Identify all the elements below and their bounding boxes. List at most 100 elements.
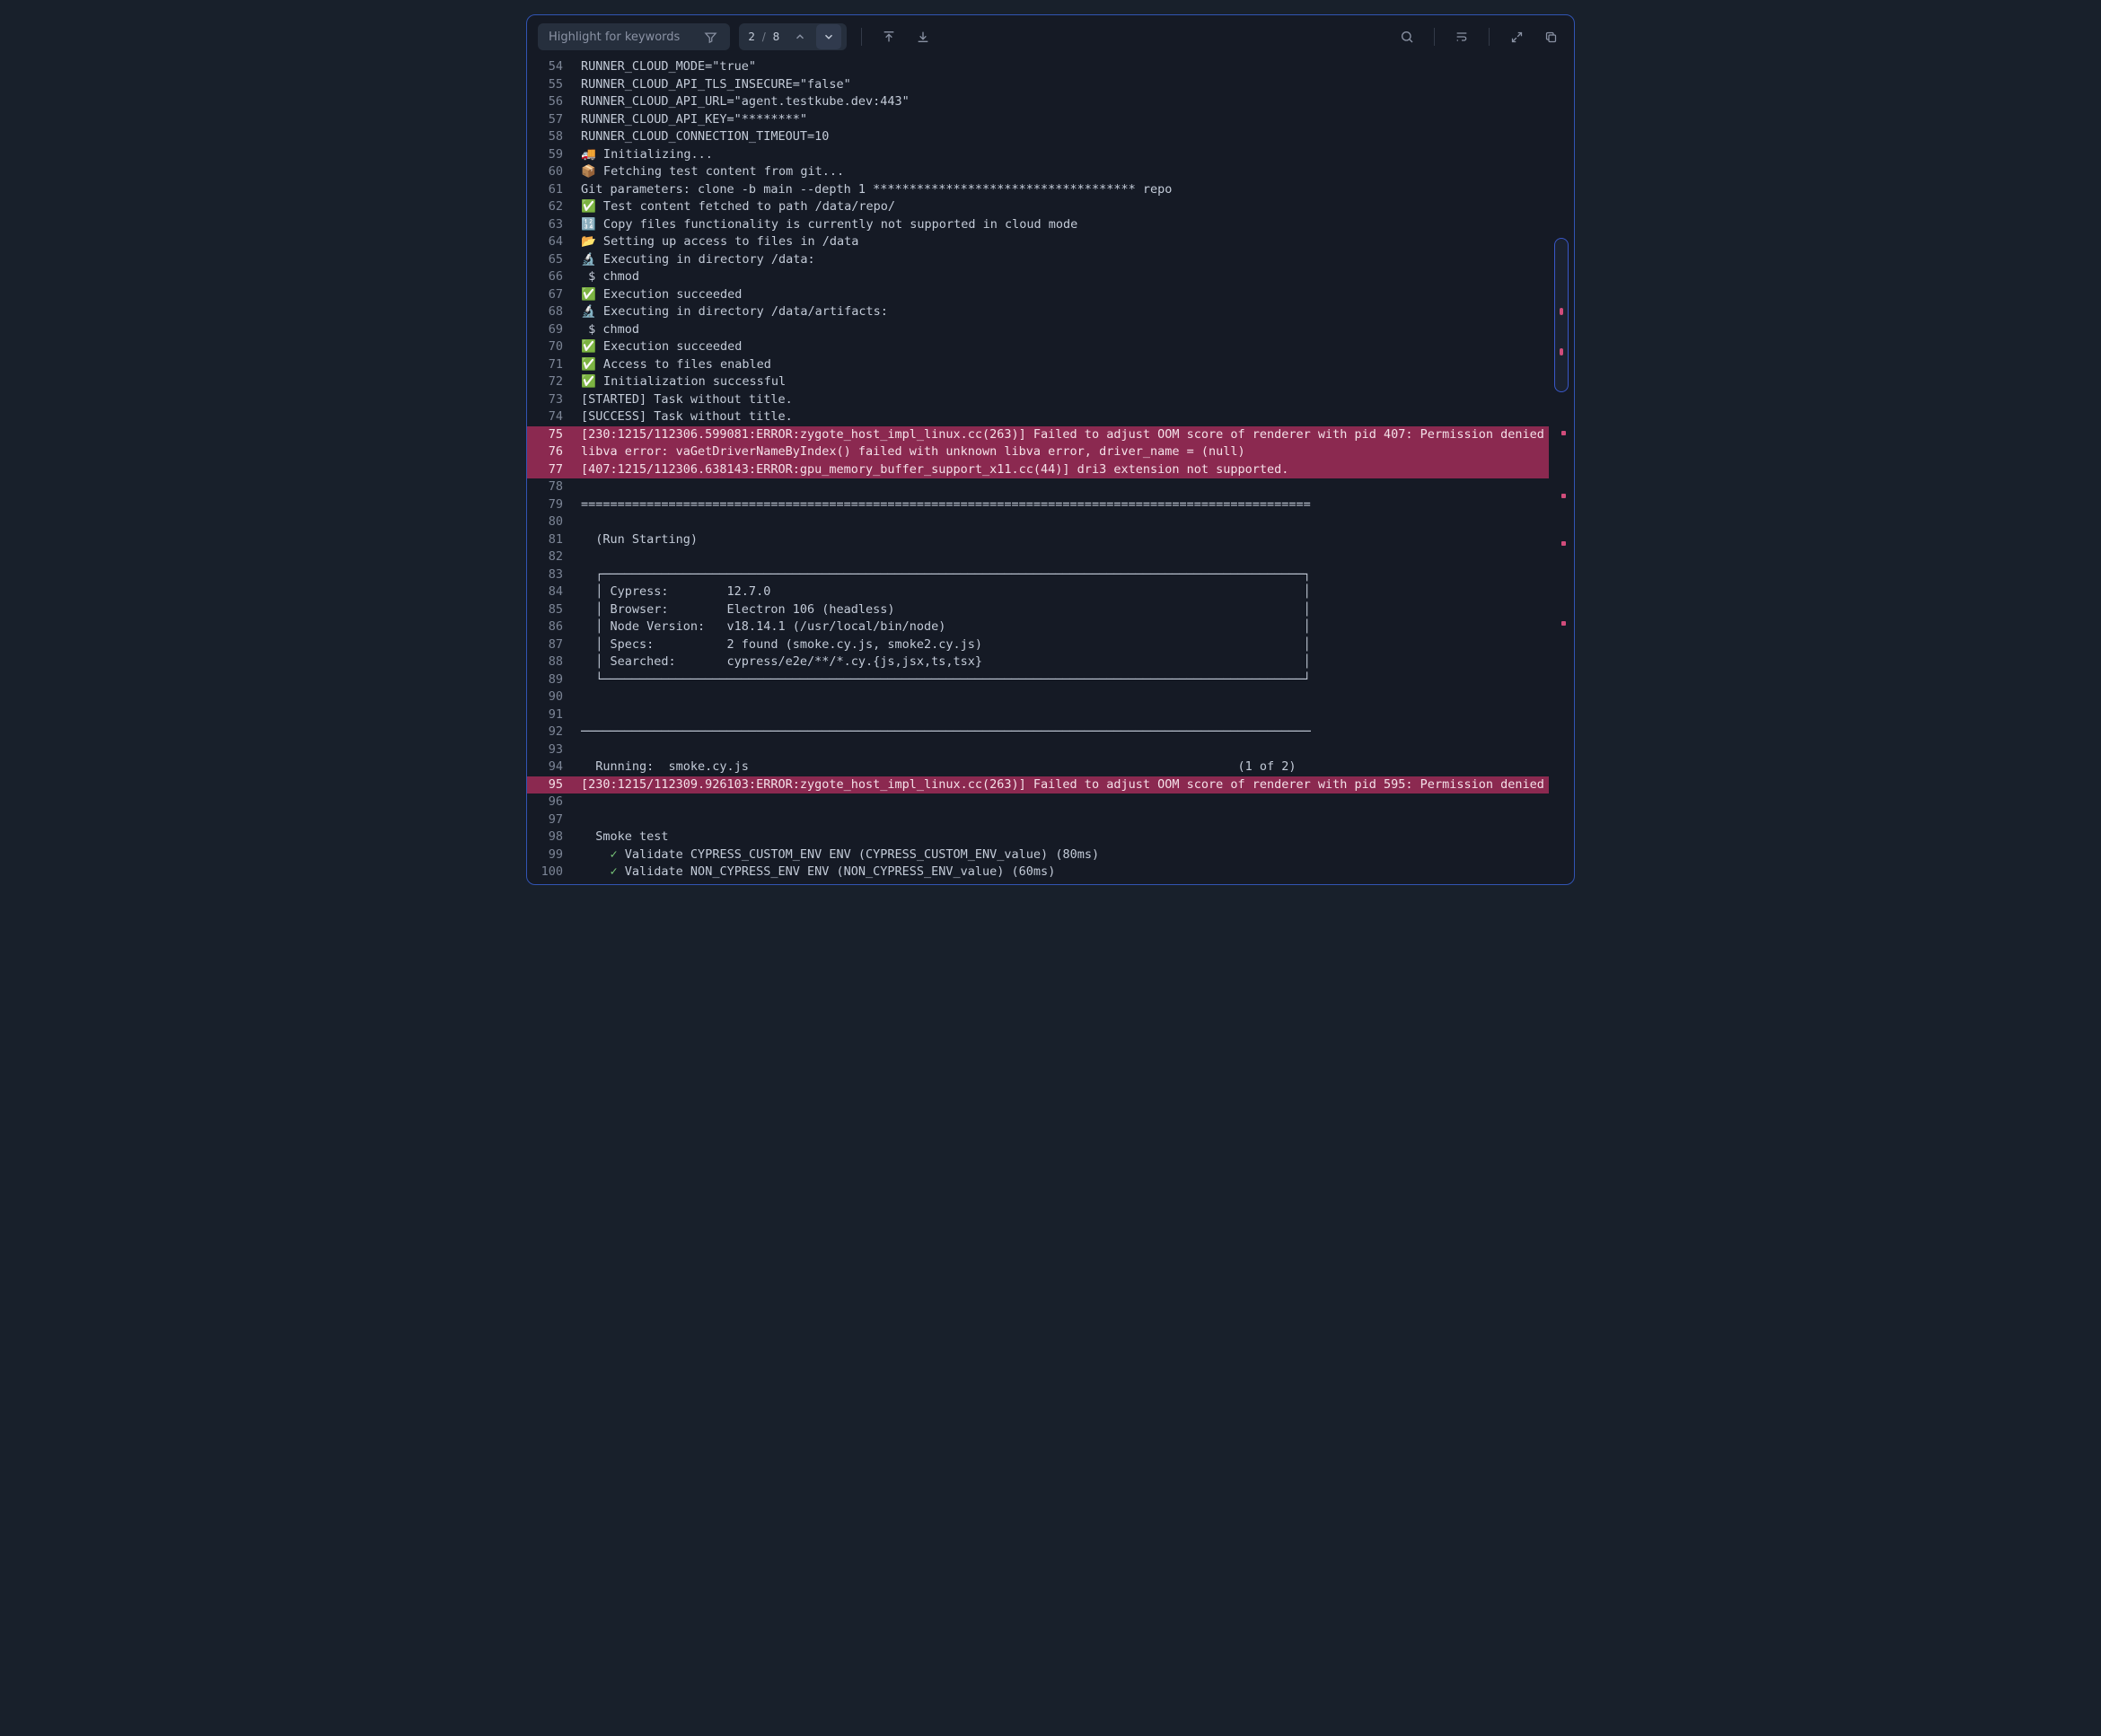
line-text [572,478,1549,496]
log-line: 79======================================… [527,496,1549,514]
log-viewer-panel: Highlight for keywords 2 / 8 [526,14,1575,885]
line-number: 56 [527,93,572,111]
log-line: 96 [527,793,1549,811]
line-text: ────────────────────────────────────────… [572,723,1549,741]
line-text: Git parameters: clone -b main --depth 1 … [572,181,1549,199]
line-number: 54 [527,58,572,76]
log-line: 93 [527,741,1549,759]
line-number: 83 [527,566,572,584]
line-number: 88 [527,653,572,671]
line-text: ✅ Execution succeeded [572,338,1549,356]
toolbar-separator [1489,28,1490,46]
line-text: RUNNER_CLOUD_API_TLS_INSECURE="false" [572,76,1549,94]
log-line: 63🔢 Copy files functionality is currentl… [527,216,1549,234]
wrap-lines-icon[interactable] [1449,24,1474,49]
line-text: │ Browser: Electron 106 (headless) │ [572,601,1549,619]
line-text: ✅ Execution succeeded [572,286,1549,304]
line-number: 76 [527,443,572,461]
log-line: 69 $ chmod [527,321,1549,339]
line-text: 🔬 Executing in directory /data: [572,251,1549,269]
line-number: 86 [527,618,572,636]
log-body[interactable]: 54RUNNER_CLOUD_MODE="true"55RUNNER_CLOUD… [527,58,1574,884]
check-pass-icon: ✓ [611,847,618,862]
gutter-error-marker [1561,621,1566,626]
filter-icon[interactable] [698,24,723,49]
line-text: (Run Starting) [572,531,1549,549]
line-text: ✅ Access to files enabled [572,356,1549,374]
line-number: 68 [527,303,572,321]
log-line: 68🔬 Executing in directory /data/artifac… [527,303,1549,321]
log-line: 86 │ Node Version: v18.14.1 (/usr/local/… [527,618,1549,636]
line-number: 95 [527,776,572,794]
log-line: 78 [527,478,1549,496]
line-text: 🔢 Copy files functionality is currently … [572,216,1549,234]
log-line: 89 └────────────────────────────────────… [527,671,1549,689]
match-count: 2 / 8 [748,31,784,43]
scroll-to-top-button[interactable] [876,24,901,49]
line-text: RUNNER_CLOUD_API_URL="agent.testkube.dev… [572,93,1549,111]
line-text: $ chmod [572,268,1549,286]
line-text: 📦 Fetching test content from git... [572,163,1549,181]
check-pass-icon: ✓ [611,864,618,879]
line-number: 87 [527,636,572,654]
log-lines: 54RUNNER_CLOUD_MODE="true"55RUNNER_CLOUD… [527,58,1549,884]
log-line: 94 Running: smoke.cy.js (1 of 2) [527,758,1549,776]
line-text: ✓ Validate CYPRESS_CUSTOM_ENV ENV (CYPRE… [572,846,1549,864]
line-text: [230:1215/112306.599081:ERROR:zygote_hos… [572,426,1549,444]
line-number: 91 [527,706,572,724]
line-number: 75 [527,426,572,444]
gutter-error-marker [1561,541,1566,546]
line-number: 79 [527,496,572,514]
line-text: 🔬 Executing in directory /data/artifacts… [572,303,1549,321]
log-line-error: 76libva error: vaGetDriverNameByIndex() … [527,443,1549,461]
log-line: 82 [527,548,1549,566]
scroll-to-bottom-button[interactable] [910,24,936,49]
line-number: 72 [527,373,572,391]
minimap-error-marker [1560,348,1563,355]
line-text: │ Specs: 2 found (smoke.cy.js, smoke2.cy… [572,636,1549,654]
line-number: 96 [527,793,572,811]
log-line: 74[SUCCESS] Task without title. [527,408,1549,426]
log-line: 72✅ Initialization successful [527,373,1549,391]
line-number: 61 [527,181,572,199]
search-highlight-input[interactable]: Highlight for keywords [538,23,730,50]
line-number: 66 [527,268,572,286]
minimap-scrollbar[interactable] [1554,238,1569,392]
log-line: 61Git parameters: clone -b main --depth … [527,181,1549,199]
line-text: RUNNER_CLOUD_API_KEY="********" [572,111,1549,129]
line-number: 89 [527,671,572,689]
line-text: ========================================… [572,496,1549,514]
line-number: 99 [527,846,572,864]
copy-icon[interactable] [1538,24,1563,49]
line-number: 73 [527,391,572,409]
log-line: 100 ✓ Validate NON_CYPRESS_ENV ENV (NON_… [527,864,1549,881]
line-number: 55 [527,76,572,94]
line-number: 78 [527,478,572,496]
line-text: RUNNER_CLOUD_MODE="true" [572,58,1549,76]
log-line: 99 ✓ Validate CYPRESS_CUSTOM_ENV ENV (CY… [527,846,1549,864]
gutter-error-marker [1561,431,1566,435]
log-line: 58RUNNER_CLOUD_CONNECTION_TIMEOUT=10 [527,128,1549,146]
line-number: 84 [527,583,572,601]
line-text: │ Searched: cypress/e2e/**/*.cy.{js,jsx,… [572,653,1549,671]
line-text: $ chmod [572,321,1549,339]
log-line: 90 [527,688,1549,706]
search-icon[interactable] [1394,24,1420,49]
next-match-button[interactable] [816,24,841,49]
line-number: 94 [527,758,572,776]
line-text: 📂 Setting up access to files in /data [572,233,1549,251]
search-placeholder: Highlight for keywords [549,31,680,44]
line-text: RUNNER_CLOUD_CONNECTION_TIMEOUT=10 [572,128,1549,146]
log-line: 57RUNNER_CLOUD_API_KEY="********" [527,111,1549,129]
log-line: 62✅ Test content fetched to path /data/r… [527,198,1549,216]
prev-match-button[interactable] [787,24,813,49]
line-number: 98 [527,829,572,846]
toolbar-separator [1434,28,1435,46]
line-text: ✅ Initialization successful [572,373,1549,391]
match-navigator: 2 / 8 [739,23,847,50]
log-line: 55RUNNER_CLOUD_API_TLS_INSECURE="false" [527,76,1549,94]
log-line: 98 Smoke test [527,829,1549,846]
line-text: [407:1215/112306.638143:ERROR:gpu_memory… [572,461,1549,479]
fullscreen-icon[interactable] [1504,24,1529,49]
line-number: 65 [527,251,572,269]
